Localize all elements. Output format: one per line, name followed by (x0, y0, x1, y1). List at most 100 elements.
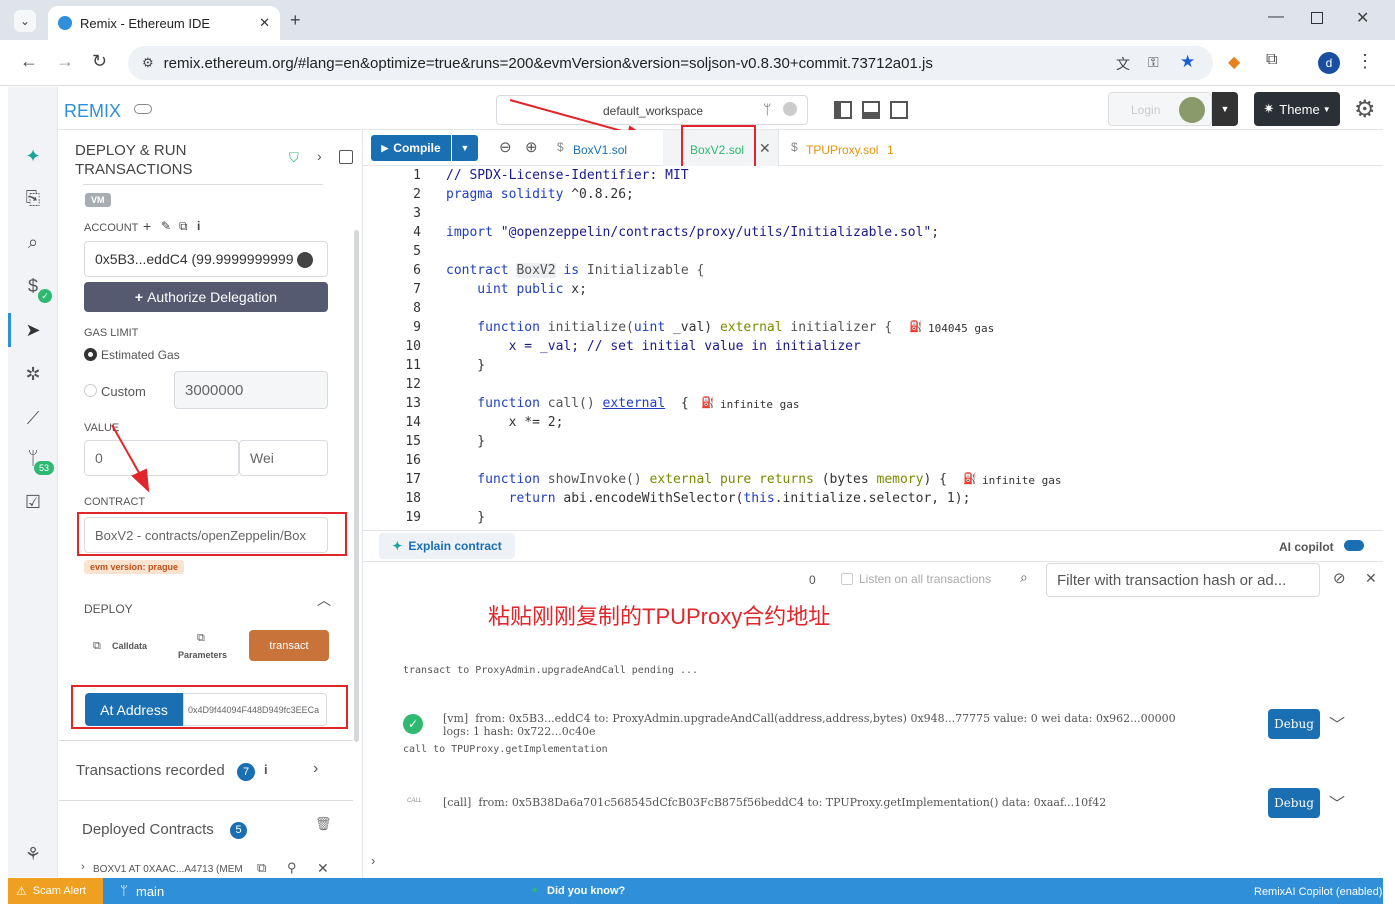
tab-tpuproxy[interactable]: TPUProxy.sol (806, 143, 878, 157)
close-terminal-icon[interactable]: ✕ (1365, 570, 1377, 587)
line-number: 14 (405, 415, 421, 430)
code-token: .initialize.selector, 1); (774, 491, 971, 506)
filter-placeholder: Filter with transaction hash or ad... (1057, 571, 1287, 589)
ai-copilot-toggle[interactable] (1344, 540, 1364, 551)
branch-name[interactable]: main (136, 884, 164, 899)
tpuproxy-warning-count: 1 (887, 143, 894, 157)
line-number: 15 (405, 434, 421, 449)
gas-estimate-showinvoke: infinite gas (982, 474, 1062, 487)
line-number: 17 (405, 472, 421, 487)
filter-search-icon: ⌕ (1020, 569, 1028, 585)
gas-pump-icon: ⛽ (909, 320, 923, 333)
arrow-to-contract-head (131, 468, 150, 493)
compile-label: Compile (393, 141, 441, 155)
code-line-19: } (446, 510, 486, 525)
code-line-4: import "@openzeppelin/contracts/proxy/ut… (446, 225, 939, 240)
did-you-know[interactable]: Did you know? (547, 885, 625, 897)
tx1-line2[interactable]: logs: 1 hash: 0x722...0c40e (443, 725, 595, 738)
explain-contract-button[interactable]: ✦ Explain contract (379, 533, 515, 559)
code-line-13: function call() external { (446, 396, 689, 411)
debug-label: Debug (1274, 717, 1314, 731)
line-number: 18 (405, 491, 421, 506)
code-line-15: } (446, 434, 486, 449)
code-line-18: return abi.encodeWithSelector(this.initi… (446, 491, 971, 506)
code-token: public (516, 282, 564, 297)
code-token: return (446, 491, 564, 506)
code-token: external (602, 396, 666, 411)
code-token: "@openzeppelin/contracts/proxy/utils/Ini… (500, 225, 932, 240)
explain-contract-label: Explain contract (408, 539, 502, 553)
listen-label: Listen on all transactions (859, 572, 992, 586)
line-number: 6 (413, 263, 421, 278)
zoom-in-icon[interactable]: ⊕ (525, 138, 538, 156)
code-token: showInvoke() (547, 472, 650, 487)
code-line-14: x *= 2; (446, 415, 564, 430)
gas-pump-icon: ⛽ (963, 472, 977, 485)
terminal-panel: ✦ Explain contract AI copilot 0 Listen o… (363, 530, 1383, 878)
code-line-6: contract BoxV2 is Initializable { (446, 263, 704, 278)
code-line-11: } (446, 358, 486, 373)
compile-button[interactable]: ▶ Compile (371, 135, 451, 161)
filter-input[interactable]: Filter with transaction hash or ad... (1046, 563, 1320, 597)
success-check-icon: ✓ (403, 714, 423, 734)
code-token: { (665, 396, 689, 411)
tab-boxv2[interactable]: BoxV2.sol (690, 143, 744, 157)
code-token: (bytes (813, 472, 877, 487)
code-token: initialize( (547, 320, 634, 335)
code-token: call() (547, 396, 603, 411)
debug-label: Debug (1274, 796, 1314, 810)
line-number: 2 (413, 187, 421, 202)
tpuproxy-file-icon: $ (791, 140, 798, 154)
pending-count: 0 (809, 573, 816, 587)
code-token: import (446, 225, 501, 240)
zoom-out-icon[interactable]: ⊖ (499, 138, 512, 156)
arrow-to-contract (111, 424, 143, 479)
code-token: uint (633, 320, 666, 335)
branch-icon: ᛘ (120, 883, 128, 898)
code-line-7: uint public x; (446, 282, 587, 297)
compile-options-button[interactable]: ▼ (452, 135, 478, 161)
code-token: external pure returns (649, 472, 814, 487)
tx1-line1[interactable]: [vm] from: 0x5B3...eddC4 to: ProxyAdmin.… (443, 712, 1176, 725)
line-number: 3 (413, 206, 421, 221)
gas-pump-icon: ⛽ (701, 396, 715, 409)
scam-alert-label: Scam Alert (32, 885, 86, 897)
copilot-status[interactable]: RemixAI Copilot (enabled) (1254, 886, 1382, 898)
scam-alert-button[interactable]: ⚠ Scam Alert (8, 878, 103, 904)
line-number: 4 (413, 225, 421, 240)
code-token: contract (446, 263, 517, 278)
code-line-2: pragma solidity ^0.8.26; (446, 187, 634, 202)
line-number: 13 (405, 396, 421, 411)
tx2-line[interactable]: [call] from: 0x5B38Da6a701c568545dCfcB03… (443, 796, 1106, 809)
code-token: initializer { (782, 320, 893, 335)
debug-button-1[interactable]: Debug (1268, 709, 1320, 739)
play-icon: ▶ (381, 142, 389, 153)
expand-tx1-icon[interactable]: ﹀ (1329, 711, 1345, 735)
line-number: 10 (405, 339, 421, 354)
close-boxv2-icon[interactable]: ✕ (759, 140, 771, 157)
line-number: 16 (405, 453, 421, 468)
clear-console-icon[interactable]: ⊘ (1333, 569, 1346, 587)
code-token: pragma solidity (446, 187, 564, 202)
code-line-17: function showInvoke() external pure retu… (446, 472, 947, 487)
code-line-9: function initialize(uint _val) external … (446, 320, 892, 335)
terminal-prompt-icon[interactable]: › (371, 853, 375, 868)
code-token: Initializable { (586, 263, 705, 278)
boxv1-file-icon: $ (557, 140, 564, 154)
expand-tx2-icon[interactable]: ﹀ (1329, 790, 1345, 814)
code-token: _val) (665, 320, 720, 335)
line-number: 9 (413, 320, 421, 335)
status-bar: ⚠ Scam Alert ᛘ main ✦ Did you know? Remi… (8, 878, 1383, 904)
code-editor[interactable]: 1 2 3 4 5 6 7 8 9 10 11 12 13 14 15 16 1… (363, 166, 1383, 530)
line-number: 8 (413, 301, 421, 316)
gas-estimate-call: infinite gas (720, 398, 800, 411)
code-token: x; (563, 282, 587, 297)
editor-tabs-bar: ▶ Compile ▼ ⊖ ⊕ $ BoxV1.sol BoxV2.sol ✕ … (363, 125, 1383, 168)
code-line-10: x = _val; // set initial value in initia… (446, 339, 861, 354)
line-number: 19 (405, 510, 421, 525)
debug-button-2[interactable]: Debug (1268, 788, 1320, 818)
tab-boxv1[interactable]: BoxV1.sol (573, 143, 627, 157)
ai-sparkle-icon: ✦ (392, 539, 403, 553)
listen-checkbox[interactable] (841, 573, 853, 585)
terminal-divider (363, 561, 1383, 562)
